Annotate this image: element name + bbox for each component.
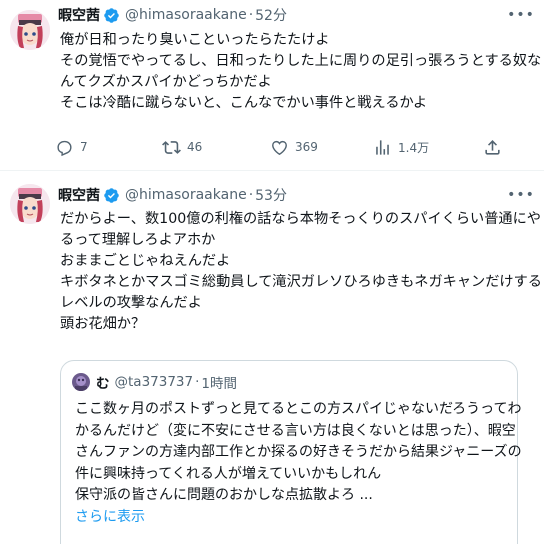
tweet-text: だからよー、数100億の利権の話なら本物そっくりのスパイくらい普通にや るって理… bbox=[60, 209, 542, 335]
quoted-timestamp[interactable]: 1時間 bbox=[201, 372, 237, 392]
avatar-image bbox=[10, 184, 50, 224]
show-more-link[interactable]: さらに表示 bbox=[75, 507, 515, 529]
separator-dot: · bbox=[248, 187, 254, 203]
tweet-2[interactable]: 暇空茜 @himasoraakane · 53分 ••• だからよー、数100億… bbox=[0, 0, 544, 544]
quoted-text-line: 件に興味持ってくれる人が増えていいかもしれん bbox=[75, 465, 382, 482]
quoted-handle[interactable]: @ta373737 bbox=[115, 374, 194, 390]
quoted-avatar[interactable] bbox=[72, 373, 90, 391]
verified-badge-icon bbox=[103, 187, 120, 204]
more-options-icon[interactable]: ••• bbox=[507, 186, 534, 204]
quoted-text-line: かるんだけど（変に不安にさせる言い方は良くないとは思った）、暇空 bbox=[75, 422, 516, 439]
quoted-avatar-image bbox=[72, 373, 90, 391]
tweet-text-line: おままごとじゃねえんだよ bbox=[60, 253, 231, 269]
tweet-text-line: レベルの攻撃なんだよ bbox=[60, 295, 202, 311]
timestamp[interactable]: 53分 bbox=[255, 185, 287, 205]
quoted-text-line: ここ数ヶ月のポストずっと見てるとこの方スパイじゃないだろうってわ bbox=[75, 401, 522, 417]
quoted-text-line: さんファンの方達内部工作とか探るの好きそうだから結果ジャニーズの bbox=[75, 444, 522, 460]
quoted-tweet-card[interactable]: む @ta373737 · 1時間 ここ数ヶ月のポストずっと見てるとこの方スパイ… bbox=[60, 360, 522, 544]
quoted-display-name[interactable]: む bbox=[96, 372, 110, 392]
handle[interactable]: @himasoraakane bbox=[125, 187, 247, 203]
tweet-text-line: だからよー、数100億の利権の話なら本物そっくりのスパイくらい普通にや bbox=[60, 211, 541, 227]
tweet-text-line: 頭お花畑か？ bbox=[60, 316, 146, 332]
avatar[interactable] bbox=[10, 184, 50, 224]
quoted-tweet-text: ここ数ヶ月のポストずっと見てるとこの方スパイじゃないだろうってわ かるんだけど（… bbox=[75, 399, 522, 529]
tweet-header: 暇空茜 @himasoraakane · 53分 bbox=[58, 185, 287, 205]
display-name[interactable]: 暇空茜 bbox=[58, 185, 100, 205]
separator-dot: · bbox=[195, 374, 200, 390]
quoted-text-line: 保守派の皆さんに問題のおかしな点拡散よろ ... bbox=[75, 487, 373, 503]
tweet-text-line: るって理解しろよアホか bbox=[60, 232, 216, 248]
tweet-text-line: キボタネとかマスゴミ総動員して滝沢ガレソひろゆきもネガキャンだけする bbox=[60, 274, 542, 290]
quoted-tweet-header: む @ta373737 · 1時間 bbox=[72, 372, 237, 392]
